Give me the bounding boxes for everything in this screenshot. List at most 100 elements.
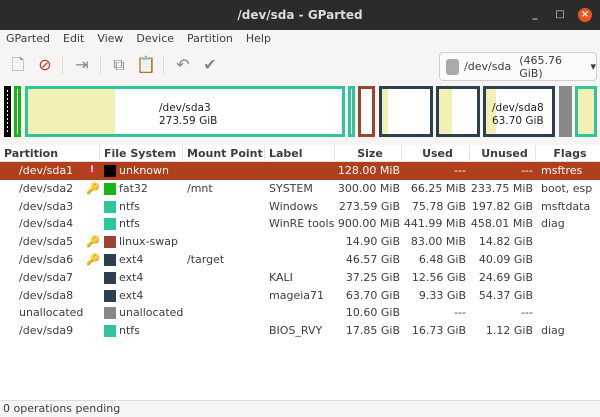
disk-segment-sda6[interactable]	[379, 86, 433, 137]
disk-segment-sda2[interactable]	[14, 86, 21, 137]
flags: diag	[541, 324, 565, 338]
delete-icon[interactable]: ⊘	[35, 55, 55, 75]
used: 83.00 MiB	[410, 235, 466, 249]
col-mount-point[interactable]: Mount Point	[183, 145, 265, 162]
size: 46.57 GiB	[345, 253, 400, 266]
segment-size: 63.70 GiB	[492, 115, 544, 127]
undo-icon[interactable]: ↶	[173, 55, 193, 75]
unused: 458.01 MiB	[470, 217, 533, 231]
table-row[interactable]: /dev/sda7 ext4 KALI 37.25 GiB 12.56 GiB …	[0, 269, 600, 287]
key-icon: 🔑	[86, 235, 100, 249]
fs-color-swatch	[104, 236, 116, 249]
partition-name: /dev/sda8	[19, 288, 74, 302]
status-bar: 0 operations pending	[0, 400, 600, 416]
unused: 233.75 MiB	[470, 181, 533, 195]
table-row[interactable]: /dev/sda2 🔑 fat32 /mnt SYSTEM 300.00 MiB …	[0, 180, 600, 198]
label: BIOS_RVY	[269, 324, 323, 338]
menu-view[interactable]: View	[97, 30, 123, 48]
segment-size: 273.59 GiB	[159, 115, 218, 127]
separator	[62, 56, 63, 74]
table-row[interactable]: /dev/sda3 ntfs Windows 273.59 GiB 75.78 …	[0, 198, 600, 216]
size: 17.85 GiB	[345, 324, 400, 338]
used-fill	[382, 89, 388, 134]
disk-segment-sda3[interactable]: /dev/sda3 273.59 GiB	[25, 86, 345, 137]
file-system: ntfs	[119, 199, 140, 213]
partition-name: /dev/sda9	[19, 324, 74, 338]
copy-icon[interactable]: ⧉	[109, 55, 129, 75]
used: ---	[454, 164, 466, 177]
col-label[interactable]: Label	[265, 145, 335, 162]
size: 14.90 GiB	[345, 235, 400, 249]
file-system: ext4	[119, 288, 144, 302]
table-row[interactable]: /dev/sda6 🔑 ext4 /target 46.57 GiB 6.48 G…	[0, 251, 600, 269]
used: 16.73 GiB	[411, 324, 466, 338]
key-icon: 🔑	[86, 181, 100, 195]
minimize-button[interactable]: _	[528, 8, 542, 22]
col-partition[interactable]: Partition	[0, 145, 100, 162]
apply-icon[interactable]: ✔	[200, 55, 220, 75]
table-row[interactable]: unallocated unallocated 10.60 GiB --- --…	[0, 304, 600, 322]
size: 128.00 MiB	[337, 164, 400, 177]
table-row[interactable]: /dev/sda9 ntfs BIOS_RVY 17.85 GiB 16.73 …	[0, 322, 600, 340]
col-used[interactable]: Used	[402, 145, 470, 162]
title-bar: /dev/sda - GParted _ □ ×	[0, 0, 600, 30]
disk-segment-unallocated[interactable]	[559, 86, 572, 137]
disk-map: /dev/sda3 273.59 GiB /dev/sda8 63.70 GiB	[0, 84, 600, 140]
fs-color-swatch	[104, 325, 116, 338]
maximize-button[interactable]: □	[553, 8, 567, 22]
paste-icon[interactable]: 📋	[136, 55, 156, 75]
table-row[interactable]: /dev/sda1! unknown 128.00 MiB --- --- ms…	[0, 162, 600, 180]
table-row[interactable]: /dev/sda4 ntfs WinRE tools 900.00 MiB 44…	[0, 215, 600, 233]
file-system: unknown	[119, 164, 169, 177]
menu-partition[interactable]: Partition	[187, 30, 233, 48]
device-selector[interactable]: /dev/sda (465.76 GiB) ▾	[439, 52, 597, 81]
col-flags[interactable]: Flags	[536, 145, 600, 162]
used-fill	[578, 89, 594, 134]
size: 10.60 GiB	[345, 306, 400, 320]
unused: 197.82 GiB	[471, 199, 533, 213]
menu-device[interactable]: Device	[136, 30, 174, 48]
fs-color-swatch	[104, 165, 116, 177]
partition-name: /dev/sda7	[19, 270, 74, 284]
col-size[interactable]: Size	[335, 145, 402, 162]
chevron-down-icon: ▾	[590, 60, 596, 73]
label: KALI	[269, 270, 293, 284]
label: Windows	[269, 199, 319, 213]
table-row[interactable]: /dev/sda5 🔑 linux-swap 14.90 GiB 83.00 Mi…	[0, 233, 600, 251]
table-row[interactable]: /dev/sda8 ext4 mageia71 63.70 GiB 9.33 G…	[0, 287, 600, 305]
size: 273.59 GiB	[338, 199, 400, 213]
disk-segment-sda8[interactable]: /dev/sda8 63.70 GiB	[483, 86, 555, 137]
used: ---	[454, 306, 466, 320]
used: 9.33 GiB	[418, 288, 466, 302]
new-partition-icon[interactable]: 🗋	[8, 55, 28, 75]
file-system: ntfs	[119, 324, 140, 338]
unused: 1.12 GiB	[485, 324, 533, 338]
col-unused[interactable]: Unused	[470, 145, 536, 162]
resize-move-icon[interactable]: ⇥	[72, 55, 92, 75]
unused: 54.37 GiB	[478, 288, 533, 302]
fs-color-swatch	[104, 218, 116, 231]
device-size: (465.76 GiB)	[519, 53, 563, 80]
disk-segment-sda7[interactable]	[436, 86, 480, 137]
partition-name: /dev/sda5	[19, 235, 74, 249]
size: 300.00 MiB	[337, 181, 400, 195]
fs-color-swatch	[104, 307, 116, 320]
disk-segment-sda5[interactable]	[358, 86, 375, 137]
label: WinRE tools	[269, 217, 335, 231]
disk-segment-sda4[interactable]	[348, 86, 355, 137]
close-button[interactable]: ×	[578, 8, 592, 22]
disk-segment-sda9[interactable]	[575, 86, 597, 137]
menu-edit[interactable]: Edit	[63, 30, 84, 48]
disk-segment-sda1[interactable]	[4, 86, 11, 137]
warning-icon: !	[86, 164, 98, 176]
separator	[163, 56, 164, 74]
mount-point: /mnt	[187, 181, 213, 195]
menu-help[interactable]: Help	[246, 30, 271, 48]
used: 6.48 GiB	[418, 253, 466, 266]
menu-gparted[interactable]: GParted	[6, 30, 50, 48]
col-file-system[interactable]: File System	[100, 145, 183, 162]
fs-color-swatch	[104, 289, 116, 302]
window-title: /dev/sda - GParted	[237, 8, 363, 22]
partition-name: /dev/sda4	[19, 217, 74, 231]
size: 63.70 GiB	[345, 288, 400, 302]
